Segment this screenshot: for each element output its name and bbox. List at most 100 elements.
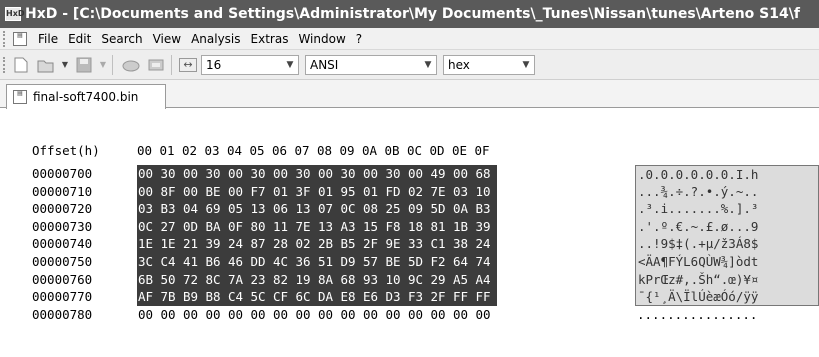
hex-byte[interactable]: B8	[204, 288, 227, 306]
ram-editor-icon[interactable]	[145, 54, 167, 76]
save-icon[interactable]	[73, 54, 95, 76]
hex-byte[interactable]: 00	[407, 306, 430, 324]
ascii-row[interactable]: ................	[635, 306, 819, 324]
hex-byte[interactable]: C4	[227, 288, 250, 306]
hex-editor[interactable]: Offset(h) 00 01 02 03 04 05 06 07 08 09 0A 0B 0C 0D 0E…	[0, 109, 819, 357]
ascii-row[interactable]: .0.0.0.0.0.0.I.h	[635, 165, 819, 183]
hex-byte[interactable]: 02	[407, 182, 430, 201]
menu-extras[interactable]: Extras	[246, 32, 294, 46]
hex-byte[interactable]: B3	[159, 200, 182, 218]
hex-byte[interactable]: 6C	[294, 288, 317, 306]
hex-byte[interactable]: 00	[317, 165, 340, 183]
hex-byte[interactable]: 13	[317, 217, 340, 236]
hex-byte[interactable]: 00	[227, 306, 250, 324]
hex-byte[interactable]: 46	[227, 252, 250, 271]
hex-byte[interactable]: 28	[272, 235, 295, 253]
hex-byte[interactable]: F2	[429, 252, 452, 271]
hex-byte[interactable]: 00	[295, 306, 318, 324]
toolbar-grip-icon[interactable]	[3, 56, 7, 73]
hex-byte[interactable]: DD	[249, 252, 272, 271]
hex-byte[interactable]: 2F	[362, 235, 385, 253]
menu-view[interactable]: View	[148, 32, 186, 46]
hex-byte[interactable]: F8	[384, 217, 407, 236]
ascii-row[interactable]: ..!9$‡(.+µ/ž3Á8$	[635, 235, 819, 253]
hex-byte[interactable]: FD	[384, 182, 407, 201]
hex-byte[interactable]: 24	[227, 235, 250, 253]
hex-byte[interactable]: 15	[362, 217, 385, 236]
hex-byte[interactable]: A5	[452, 270, 475, 289]
ascii-row[interactable]: ...¾.÷.?.•.ý.~..	[635, 182, 819, 201]
hex-byte[interactable]: 87	[249, 235, 272, 253]
hex-byte[interactable]: 82	[272, 270, 295, 289]
save-dropdown-arrow-icon[interactable]: ▼	[98, 54, 108, 76]
hex-byte[interactable]: 08	[362, 200, 385, 218]
hex-byte[interactable]: 09	[407, 200, 430, 218]
hex-byte[interactable]: 23	[249, 270, 272, 289]
hex-byte[interactable]: 8F	[159, 182, 182, 201]
hex-byte[interactable]: 00	[205, 306, 228, 324]
hex-byte[interactable]: 0C	[339, 200, 362, 218]
hex-byte[interactable]: 00	[227, 165, 250, 183]
menu-analysis[interactable]: Analysis	[186, 32, 245, 46]
menu-help[interactable]: ?	[351, 32, 367, 46]
hex-byte[interactable]: 2F	[429, 288, 452, 306]
hex-byte[interactable]: 00	[317, 306, 340, 324]
hex-byte[interactable]: BA	[204, 217, 227, 236]
hex-byte[interactable]: 38	[452, 235, 475, 253]
menu-edit[interactable]: Edit	[63, 32, 96, 46]
chevron-down-icon[interactable]: ▼	[282, 56, 298, 74]
hex-byte[interactable]: AF	[137, 288, 160, 306]
hex-byte[interactable]: 30	[339, 165, 362, 183]
hex-byte[interactable]: 01	[272, 182, 295, 201]
hex-byte[interactable]: 25	[384, 200, 407, 218]
hex-byte[interactable]: 00	[430, 306, 453, 324]
hex-byte[interactable]: 04	[182, 200, 205, 218]
hex-byte[interactable]: 07	[317, 200, 340, 218]
ascii-row[interactable]: ¯{¹¸Ä\ÏlÚèæÓó/ÿÿ	[635, 288, 819, 306]
hex-byte[interactable]: 64	[452, 252, 475, 271]
hex-byte[interactable]: 30	[294, 165, 317, 183]
hex-byte[interactable]: A3	[339, 217, 362, 236]
chevron-down-icon[interactable]: ▼	[518, 56, 534, 74]
hex-byte[interactable]: C4	[159, 252, 182, 271]
hex-byte[interactable]: B6	[204, 252, 227, 271]
hex-byte[interactable]: 6B	[137, 270, 160, 289]
hex-byte[interactable]: 81	[429, 217, 452, 236]
hex-byte[interactable]: E8	[339, 288, 362, 306]
hex-byte[interactable]: 39	[204, 235, 227, 253]
hex-byte[interactable]: 00	[137, 306, 160, 324]
hex-byte[interactable]: BE	[384, 252, 407, 271]
hex-byte[interactable]: FF	[452, 288, 475, 306]
hex-byte[interactable]: 01	[362, 182, 385, 201]
hex-byte[interactable]: 1E	[137, 235, 160, 253]
hex-byte[interactable]: 0A	[452, 200, 475, 218]
hex-byte[interactable]: 06	[272, 200, 295, 218]
hex-byte[interactable]: 00	[160, 306, 183, 324]
hex-byte[interactable]: 36	[294, 252, 317, 271]
hex-byte[interactable]: 93	[362, 270, 385, 289]
hex-byte[interactable]: 3C	[137, 252, 160, 271]
hex-byte[interactable]: A4	[474, 270, 497, 289]
hex-bytes-area[interactable]: 00 30 00 30 00 30 00 30 00 30 00 30 00 49 00 68 00 8F 00 BE…	[137, 165, 623, 323]
hex-byte[interactable]: 49	[429, 165, 452, 183]
hex-byte[interactable]: 00	[475, 306, 498, 324]
hex-byte[interactable]: 72	[182, 270, 205, 289]
hex-byte[interactable]: C1	[429, 235, 452, 253]
hex-byte[interactable]: 2B	[317, 235, 340, 253]
hex-byte[interactable]: 00	[452, 306, 475, 324]
hex-byte[interactable]: 19	[294, 270, 317, 289]
document-icon[interactable]: ▤	[13, 31, 27, 46]
hex-byte[interactable]: 00	[227, 182, 250, 201]
hex-byte[interactable]: 10	[384, 270, 407, 289]
hex-byte[interactable]: 7E	[294, 217, 317, 236]
bytes-per-row-select[interactable]: 16 ▼	[201, 54, 299, 75]
hex-byte[interactable]: D9	[339, 252, 362, 271]
hex-byte[interactable]: 10	[474, 182, 497, 201]
hex-byte[interactable]: 27	[159, 217, 182, 236]
hex-byte[interactable]: 00	[272, 306, 295, 324]
hex-byte[interactable]: 00	[182, 306, 205, 324]
hex-byte[interactable]: 69	[204, 200, 227, 218]
chevron-down-icon[interactable]: ▼	[420, 56, 436, 74]
hex-byte[interactable]: 13	[294, 200, 317, 218]
hex-byte[interactable]: 00	[182, 165, 205, 183]
